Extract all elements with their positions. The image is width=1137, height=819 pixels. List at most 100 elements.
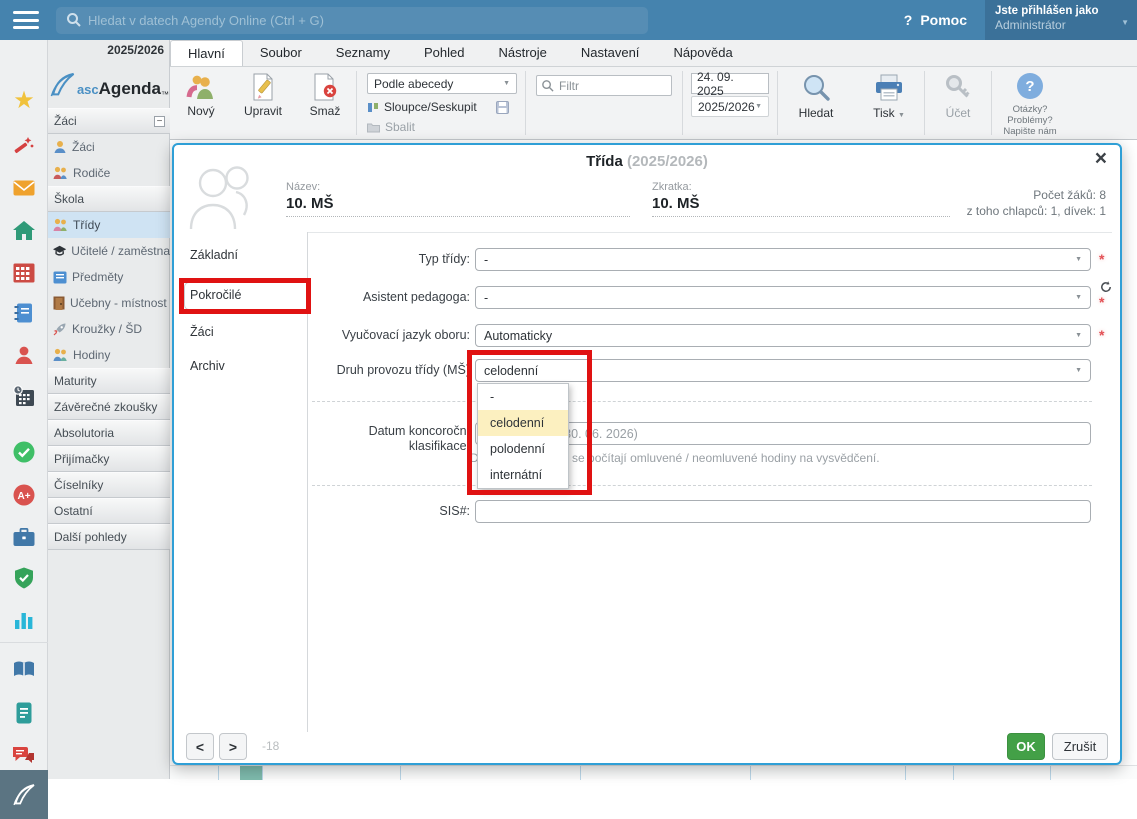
dialog-tab-zaci[interactable]: Žáci <box>174 325 307 339</box>
nav-header-ostatni[interactable]: Ostatní <box>48 498 170 524</box>
nav-item-krouzky[interactable]: Kroužky / ŠD <box>48 316 170 342</box>
security-shield-icon[interactable] <box>0 565 48 591</box>
background-table-sliver <box>170 765 1137 779</box>
help-button[interactable]: ? Pomoc <box>904 12 967 28</box>
nav-header-zaci[interactable]: Žáci − <box>48 108 170 134</box>
next-record-button[interactable]: > <box>219 733 247 760</box>
nav-item-zaci[interactable]: Žáci <box>48 134 170 160</box>
menu-tab-hlavni[interactable]: Hlavní <box>170 40 243 66</box>
prev-record-button[interactable]: < <box>186 733 214 760</box>
menu-tab-napoveda[interactable]: Nápověda <box>656 40 749 66</box>
columns-group-button[interactable]: Sloupce/Seskupit <box>367 100 517 114</box>
briefcase-icon[interactable] <box>0 524 48 550</box>
nav-header-zaverecne[interactable]: Závěrečné zkoušky <box>48 394 170 420</box>
nav-item-hodiny[interactable]: Hodiny <box>48 342 170 368</box>
menu-tab-nastroje[interactable]: Nástroje <box>481 40 563 66</box>
calendar-clock-icon[interactable] <box>0 383 48 409</box>
signed-in-label: Jste přihlášen jako <box>995 5 1115 17</box>
edit-button[interactable]: Upravit <box>232 67 294 118</box>
sis-input[interactable] <box>475 500 1091 523</box>
nav-item-ucitele[interactable]: Učitelé / zaměstna <box>48 238 170 264</box>
ok-button[interactable]: OK <box>1007 733 1045 760</box>
favorites-star-icon[interactable]: ★ <box>0 88 48 114</box>
search-button[interactable]: Hledat <box>778 67 854 120</box>
select-asistent[interactable]: -▼ <box>475 286 1091 309</box>
help-label: Pomoc <box>920 12 967 28</box>
asc-agenda-logo[interactable]: ascAgenda™ <box>48 57 169 99</box>
new-button[interactable]: Nový <box>170 67 232 118</box>
dropdown-option-polodenni[interactable]: polodenní <box>478 436 568 462</box>
save-layout-icon[interactable] <box>496 101 509 114</box>
toolbar: Nový Upravit Smaž Podle abecedy▼ Sloupce… <box>170 67 1137 140</box>
menu-bar: Hlavní Soubor Seznamy Pohled Nástroje Na… <box>170 40 1137 67</box>
nav-item-predmety[interactable]: Předměty <box>48 264 170 290</box>
hamburger-menu-icon[interactable] <box>13 11 39 29</box>
nav-header-absolutoria[interactable]: Absolutoria <box>48 420 170 446</box>
menu-tab-pohled[interactable]: Pohled <box>407 40 481 66</box>
nav-header-skola[interactable]: Škola <box>48 186 170 212</box>
menu-tab-soubor[interactable]: Soubor <box>243 40 319 66</box>
print-dropdown-icon[interactable]: ▼ <box>898 112 905 119</box>
dialog-tab-archiv[interactable]: Archiv <box>174 359 307 373</box>
dialog-tab-pokrocile[interactable]: Pokročilé <box>174 288 307 302</box>
dropdown-option-celodenni[interactable]: celodenní <box>478 410 568 436</box>
year-select[interactable]: 2025/2026▼ <box>691 96 769 117</box>
name-value[interactable]: 10. MŠ <box>286 195 630 212</box>
label-datum-klasifikace: Datum koncoroční klasifikace: <box>304 424 470 454</box>
library-book-icon[interactable] <box>0 656 48 682</box>
documents-icon[interactable] <box>0 700 48 726</box>
filter-input[interactable] <box>536 75 672 96</box>
nav-header-ciselniky[interactable]: Číselníky <box>48 472 170 498</box>
magic-wand-icon[interactable] <box>0 132 48 158</box>
account-button[interactable]: Účet <box>925 67 991 120</box>
questions-button[interactable]: ? Otázky? Problémy? Napište nám <box>992 67 1068 137</box>
global-search-input[interactable] <box>56 7 648 34</box>
menu-tab-seznamy[interactable]: Seznamy <box>319 40 407 66</box>
cancel-button[interactable]: Zrušit <box>1052 733 1108 760</box>
dropdown-option-empty[interactable]: - <box>478 384 568 410</box>
chevron-down-icon: ▼ <box>1075 256 1082 263</box>
class-dialog: Třída (2025/2026) × Název: 10. MŠ Zkratk… <box>172 143 1122 765</box>
messages-chat-icon[interactable] <box>0 743 48 769</box>
abbr-value[interactable]: 10. MŠ <box>652 195 950 212</box>
nav-header-maturity[interactable]: Maturity <box>48 368 170 394</box>
refresh-icon[interactable] <box>1100 281 1112 293</box>
home-icon[interactable] <box>0 218 48 244</box>
select-typ-tridy[interactable]: -▼ <box>475 248 1091 271</box>
nav-item-tridy[interactable]: Třídy <box>48 212 170 238</box>
collapse-folder-icon <box>367 122 380 133</box>
user-name: Administrátor <box>995 18 1115 32</box>
dialog-tab-zakladni[interactable]: Základní <box>174 248 307 262</box>
nav-item-rodice[interactable]: Rodiče <box>48 160 170 186</box>
collapse-icon[interactable]: − <box>154 116 165 127</box>
delete-button[interactable]: Smaž <box>294 67 356 118</box>
statistics-bar-chart-icon[interactable] <box>0 606 48 632</box>
mail-icon[interactable] <box>0 175 48 201</box>
dialog-title: Třída (2025/2026) <box>174 153 1120 170</box>
chevron-down-icon: ▼ <box>503 80 510 87</box>
print-button[interactable]: Tisk ▼ <box>854 67 924 120</box>
nav-header-prijimacky[interactable]: Přijímačky <box>48 446 170 472</box>
dropdown-option-internatni[interactable]: internátní <box>478 462 568 488</box>
druh-provozu-dropdown: - celodenní polodenní internátní <box>477 383 569 489</box>
questions-help-icon: ? <box>1017 73 1043 99</box>
check-badge-icon[interactable] <box>0 439 48 465</box>
nav-header-dalsi-pohledy[interactable]: Další pohledy <box>48 524 170 550</box>
notebook-icon[interactable] <box>0 300 48 326</box>
menu-tab-nastaveni[interactable]: Nastavení <box>564 40 657 66</box>
label-sis: SIS#: <box>304 504 470 518</box>
date-field[interactable]: 24. 09. 2025 <box>691 73 769 94</box>
rocket-icon <box>53 322 67 336</box>
sort-select[interactable]: Podle abecedy▼ <box>367 73 517 94</box>
select-jazyk[interactable]: Automaticky▼ <box>475 324 1091 347</box>
close-icon[interactable]: × <box>1095 149 1107 169</box>
combo-druh-provozu[interactable]: celodenní▼ <box>475 359 1091 382</box>
agenda-pen-icon[interactable] <box>0 770 48 819</box>
collapse-button[interactable]: Sbalit <box>367 120 517 134</box>
nav-item-ucebny[interactable]: Učebny - místnost <box>48 290 170 316</box>
record-counter: -18 <box>262 739 279 753</box>
grades-a-plus-icon[interactable]: A+ <box>0 482 48 508</box>
user-menu[interactable]: Jste přihlášen jako Administrátor ▼ <box>985 0 1137 40</box>
timetable-calendar-icon[interactable] <box>0 260 48 286</box>
profile-person-icon[interactable] <box>0 342 48 368</box>
